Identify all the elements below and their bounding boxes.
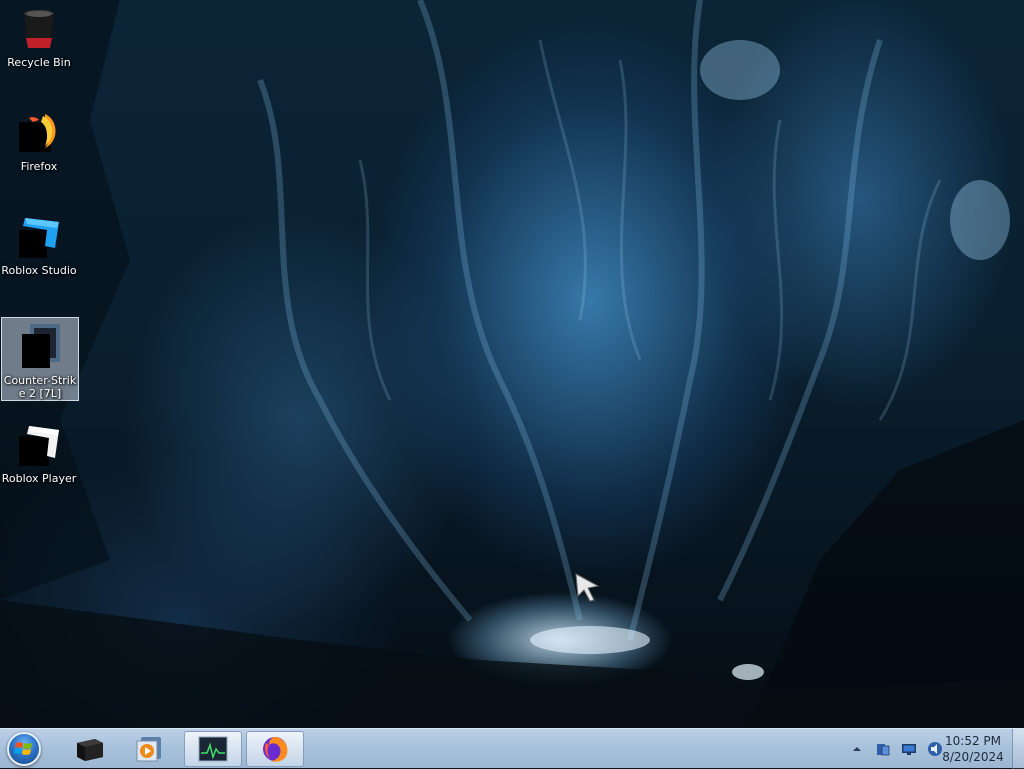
- taskbar-clock[interactable]: 10:52 PM 8/20/2024: [936, 733, 1010, 765]
- taskbar-app-media-player[interactable]: [120, 731, 178, 767]
- desktop-icon-label: Roblox Studio: [1, 264, 77, 277]
- taskbar-app-firefox[interactable]: [246, 731, 304, 767]
- black-box-icon: [77, 739, 103, 761]
- ice-cave-texture: [0, 0, 1024, 728]
- taskbar-app-black-box[interactable]: [60, 731, 118, 767]
- desktop-icon-label: Recycle Bin: [7, 56, 71, 69]
- chevron-up-icon[interactable]: [849, 741, 865, 757]
- firefox-icon: [263, 737, 288, 762]
- mouse-cursor-icon: [575, 573, 600, 602]
- show-desktop-button[interactable]: [1012, 729, 1024, 769]
- desktop-wallpaper: [0, 0, 1024, 728]
- taskbar: 10:52 PM 8/20/2024: [0, 728, 1024, 769]
- media-player-icon: [136, 737, 161, 762]
- network-device-icon[interactable]: [875, 741, 891, 757]
- task-manager-icon: [198, 736, 228, 762]
- desktop-icon-counter-strike[interactable]: Counter-Strike 2 [7L]: [1, 317, 79, 401]
- recycle-bin-icon: [15, 4, 63, 52]
- roblox-studio-icon: [15, 212, 63, 260]
- desktop-icon-label: Counter-Strike 2 [7L]: [3, 374, 77, 400]
- windows-logo-icon: [7, 732, 41, 766]
- desktop-icon-label: Firefox: [20, 160, 58, 173]
- desktop-icon-label: Roblox Player: [1, 472, 77, 485]
- roblox-player-icon: [15, 420, 63, 468]
- start-button[interactable]: [4, 730, 44, 768]
- counter-strike-icon: [16, 322, 64, 370]
- taskbar-app-task-manager[interactable]: [184, 731, 242, 767]
- desktop-icon-recycle-bin[interactable]: Recycle Bin: [0, 0, 78, 84]
- firefox-icon: [15, 108, 63, 156]
- monitor-icon[interactable]: [901, 741, 917, 757]
- desktop-icon-roblox-studio[interactable]: Roblox Studio: [0, 208, 78, 292]
- clock-date: 8/20/2024: [942, 750, 1004, 764]
- desktop-icon-roblox-player[interactable]: Roblox Player: [0, 416, 78, 500]
- clock-time: 10:52 PM: [945, 734, 1001, 748]
- desktop-icon-firefox[interactable]: Firefox: [0, 104, 78, 188]
- system-tray: [844, 729, 948, 769]
